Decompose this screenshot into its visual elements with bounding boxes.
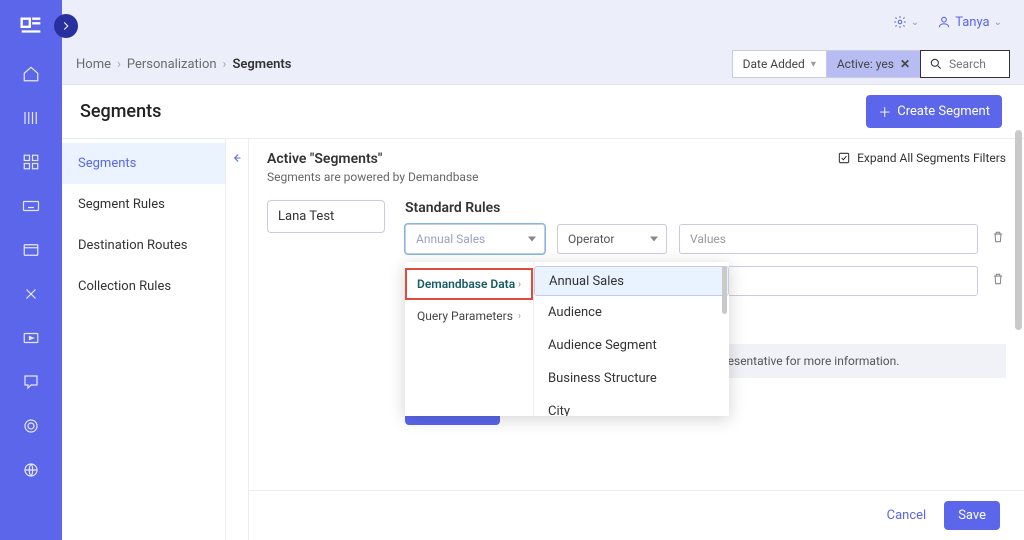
rules-title: Standard Rules — [405, 200, 1006, 216]
page-scrollbar[interactable] — [1015, 130, 1022, 330]
filter-search[interactable] — [920, 50, 1010, 78]
dropdown-option[interactable]: City — [534, 395, 729, 416]
nav-grid-icon[interactable] — [11, 142, 51, 182]
sidenav-segments[interactable]: Segments — [62, 143, 225, 184]
nav-globe-icon[interactable] — [11, 450, 51, 490]
checkbox-icon — [837, 151, 851, 165]
breadcrumb-row: Home › Personalization › Segments Date A… — [76, 50, 1010, 78]
caret-down-icon — [650, 237, 658, 242]
delete-rule-button[interactable] — [990, 272, 1006, 290]
section-title: Active "Segments" — [267, 151, 479, 167]
crumb-current: Segments — [232, 57, 291, 72]
dropdown-category-demandbase[interactable]: Demandbase Data› — [405, 268, 533, 300]
trash-icon — [991, 272, 1005, 286]
expand-all-toggle[interactable]: Expand All Segments Filters — [837, 151, 1006, 165]
arrow-left-icon — [230, 151, 244, 165]
save-button[interactable]: Save — [944, 501, 1000, 530]
user-menu[interactable]: Tanya ⌄ — [937, 15, 1002, 30]
page-title: Segments — [80, 101, 161, 122]
crumb-mid[interactable]: Personalization — [127, 57, 217, 72]
gear-icon — [893, 15, 907, 29]
segment-list: Lana Test — [267, 200, 385, 472]
icon-rail — [0, 0, 62, 540]
plus-icon: ＋ — [878, 102, 891, 121]
sidenav-collection-rules[interactable]: Collection Rules — [62, 266, 225, 307]
settings-menu[interactable]: ⌄ — [893, 15, 919, 29]
nav-home-icon[interactable] — [11, 54, 51, 94]
rule-row-1: Annual Sales Operator Values — [405, 224, 1006, 254]
content-panel: Segments ＋ Create Segment Segments Segme… — [62, 84, 1024, 540]
side-nav: Segments Segment Rules Destination Route… — [62, 139, 226, 540]
chevron-down-icon: ⌄ — [911, 17, 919, 28]
dropdown-option[interactable]: Audience Segment — [534, 329, 729, 362]
top-bar: ⌄ Tanya ⌄ — [62, 0, 1024, 44]
cancel-button[interactable]: Cancel — [887, 508, 927, 523]
filter-bar: Date Added ▾ Active: yes ✕ — [732, 50, 1010, 78]
chevron-down-icon: ⌄ — [994, 17, 1002, 28]
dropdown-category-query-params[interactable]: Query Parameters› — [405, 300, 533, 332]
dropdown-option[interactable]: Audience — [534, 296, 729, 329]
footer-actions: Cancel Save — [249, 490, 1024, 540]
dropdown-scrollbar[interactable] — [722, 266, 727, 314]
trash-icon — [991, 230, 1005, 244]
crumb-home[interactable]: Home — [76, 57, 111, 72]
chevron-right-icon: › — [518, 279, 521, 290]
search-icon — [929, 57, 943, 71]
rules-panel: Standard Rules Annual Sales Operator Val… — [405, 200, 1006, 472]
attribute-select[interactable]: Annual Sales — [405, 224, 545, 254]
sidenav-destination-routes[interactable]: Destination Routes — [62, 225, 225, 266]
nav-browser-icon[interactable] — [11, 230, 51, 270]
nav-keyboard-icon[interactable] — [11, 186, 51, 226]
search-input[interactable] — [949, 57, 1001, 71]
filter-date-added[interactable]: Date Added ▾ — [732, 50, 826, 78]
close-icon[interactable]: ✕ — [900, 57, 910, 71]
nav-chat-icon[interactable] — [11, 362, 51, 402]
nav-target-icon[interactable] — [11, 406, 51, 446]
collapse-sidenav-button[interactable] — [226, 139, 248, 540]
dropdown-option[interactable]: Annual Sales — [534, 266, 729, 296]
user-name: Tanya — [955, 15, 989, 30]
logo-icon — [17, 14, 45, 42]
caret-down-icon — [528, 237, 536, 242]
sidenav-segment-rules[interactable]: Segment Rules — [62, 184, 225, 225]
create-segment-button[interactable]: ＋ Create Segment — [866, 95, 1002, 128]
nav-video-icon[interactable] — [11, 318, 51, 358]
values-input[interactable]: Values — [679, 224, 978, 254]
expand-rail-button[interactable] — [54, 14, 78, 38]
caret-down-icon: ▾ — [811, 59, 816, 70]
operator-select[interactable]: Operator — [557, 224, 667, 254]
chevron-right-icon: › — [518, 311, 521, 322]
filter-active[interactable]: Active: yes ✕ — [826, 50, 920, 78]
nav-tools-icon[interactable] — [11, 274, 51, 314]
delete-rule-button[interactable] — [990, 230, 1006, 248]
attribute-dropdown: Demandbase Data› Query Parameters› Annua… — [405, 262, 729, 416]
section-subtitle: Segments are powered by Demandbase — [267, 170, 479, 184]
dropdown-option[interactable]: Business Structure — [534, 362, 729, 395]
user-icon — [937, 15, 951, 29]
breadcrumb: Home › Personalization › Segments — [76, 57, 291, 72]
nav-library-icon[interactable] — [11, 98, 51, 138]
segment-name[interactable]: Lana Test — [267, 200, 385, 233]
